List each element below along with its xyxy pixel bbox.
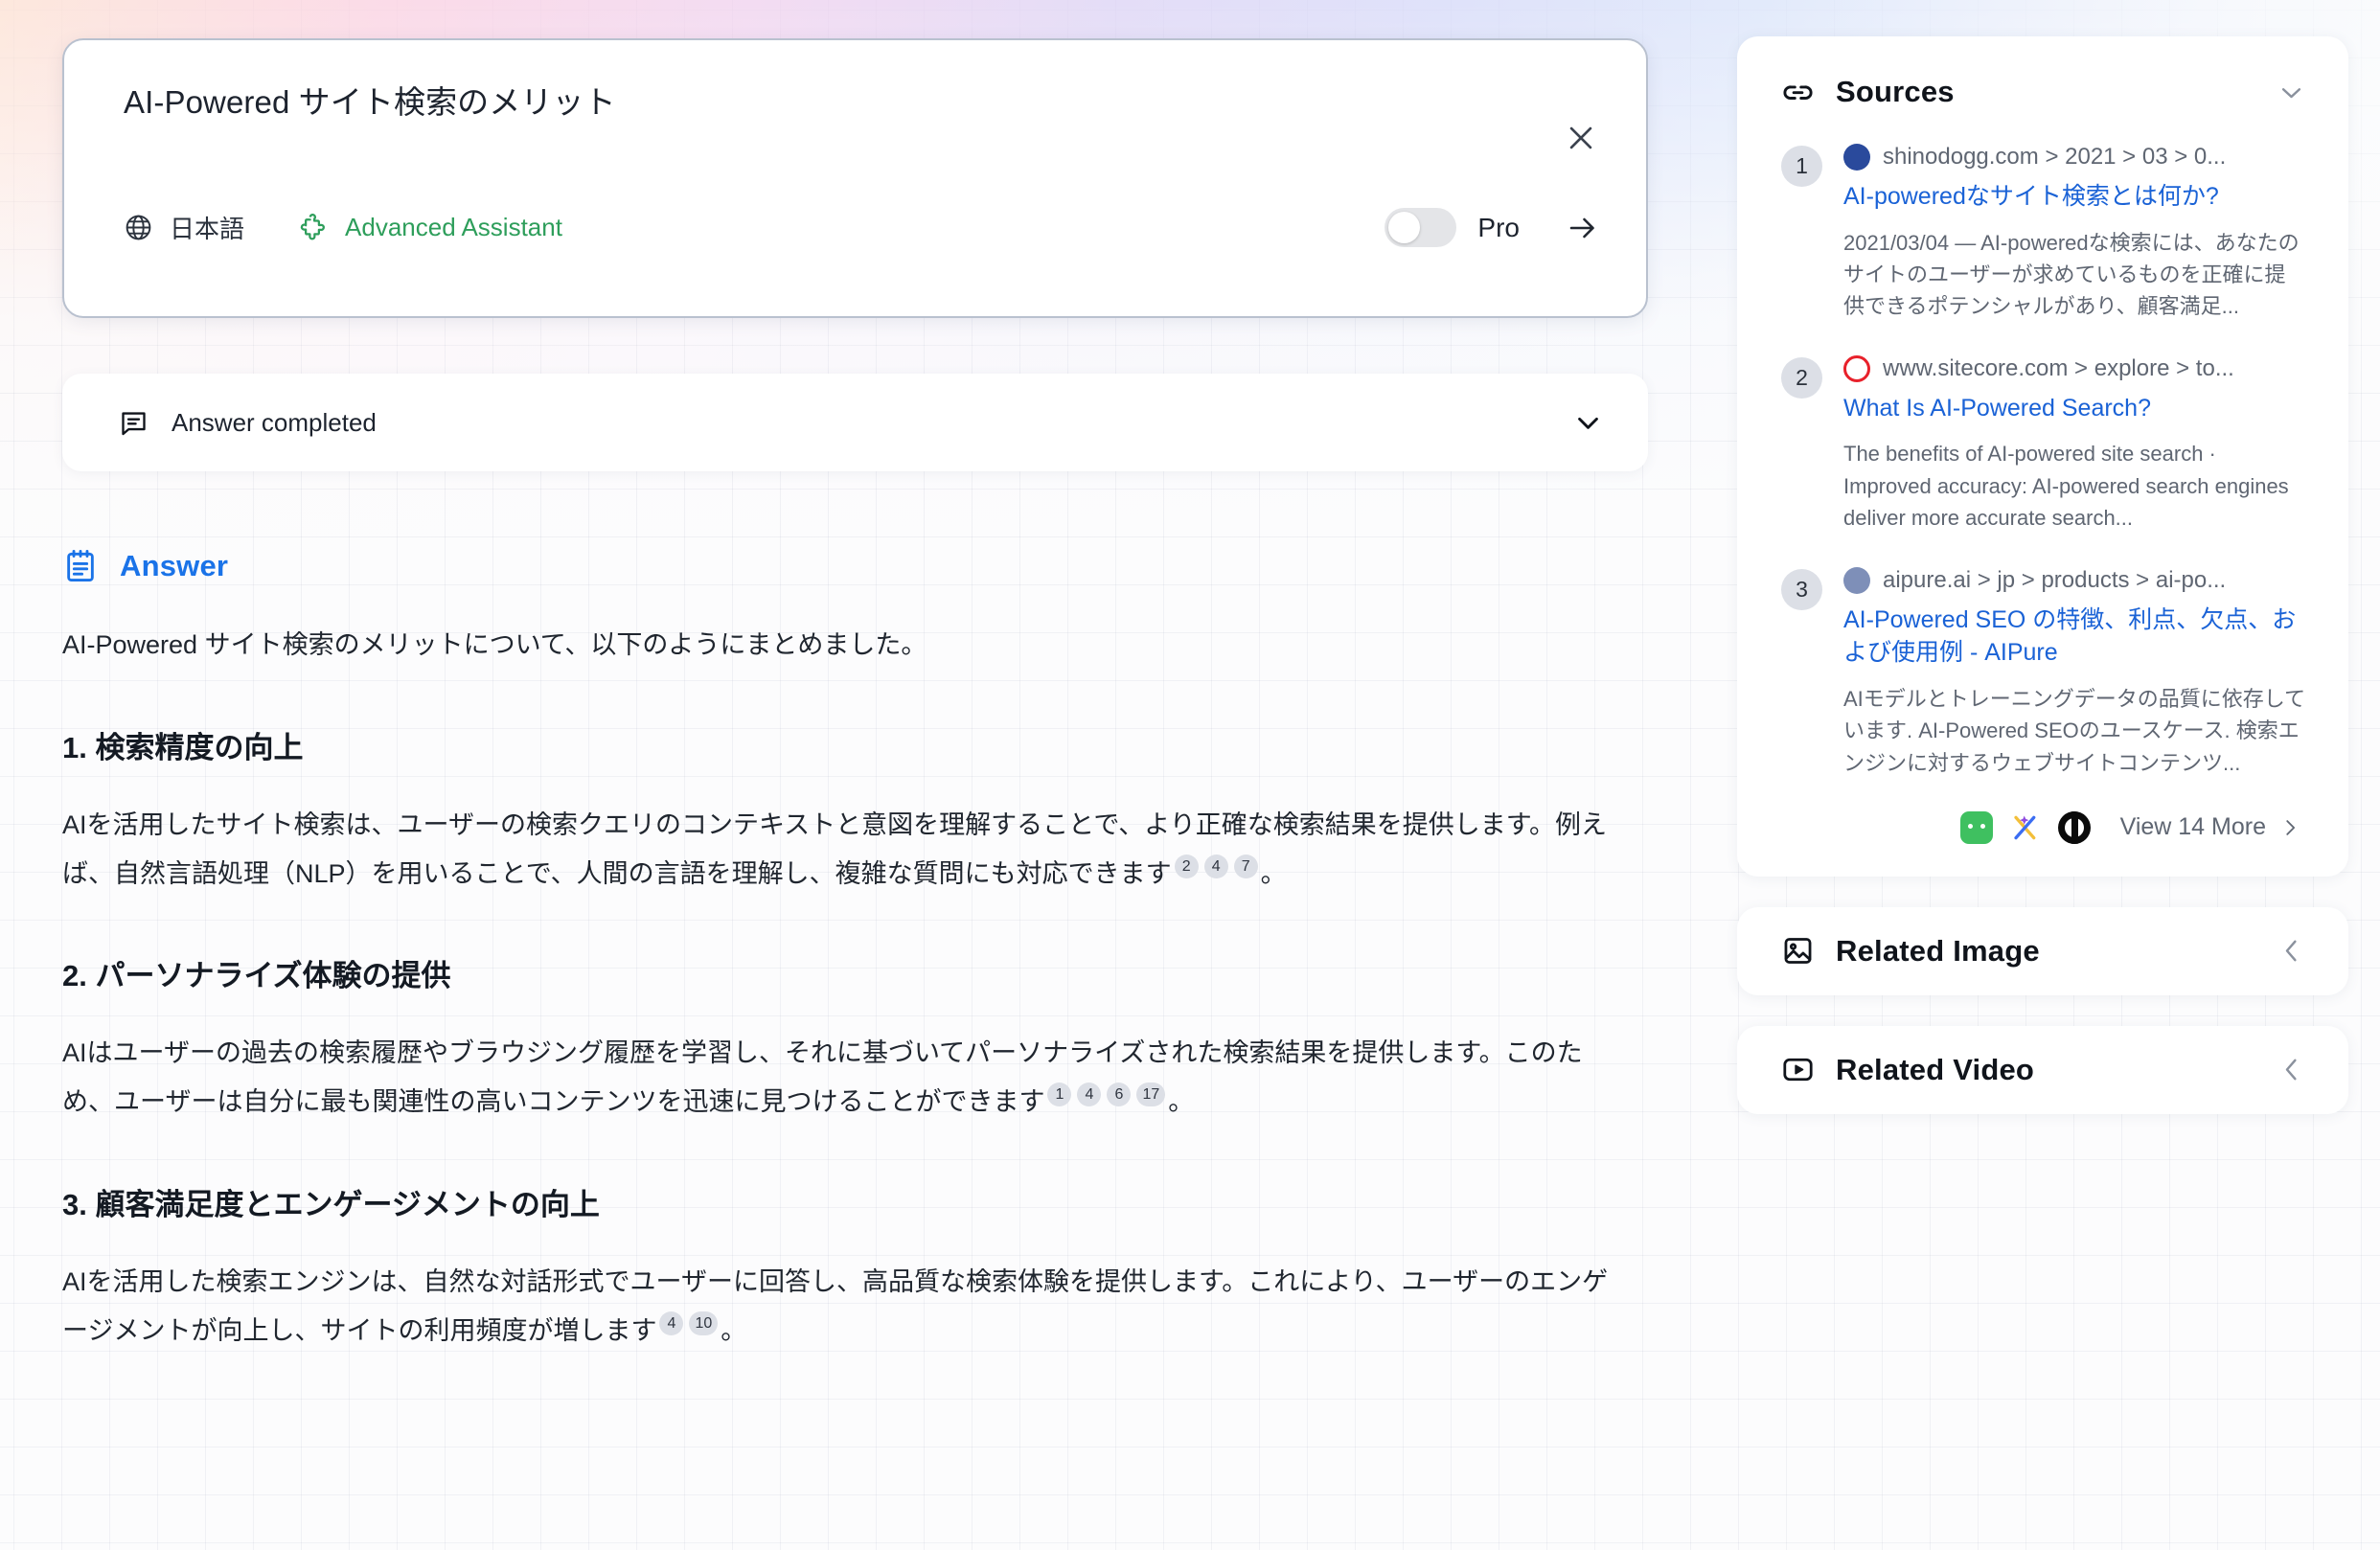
query-card: AI-Powered サイト検索のメリット 日本語 Advanced Assis… — [62, 38, 1648, 318]
sources-collapse-chevron-icon[interactable] — [2277, 78, 2306, 107]
citation-badge[interactable]: 7 — [1233, 854, 1258, 878]
source-number: 1 — [1781, 146, 1822, 187]
chevron-down-icon[interactable] — [1572, 407, 1604, 439]
related-image-panel[interactable]: Related Image — [1737, 906, 2348, 995]
sources-footer: View 14 More — [1781, 810, 2306, 844]
source-domain: aipure.ai > jp > products > ai-po... — [1843, 566, 2306, 594]
source-body: www.sitecore.com > explore > to... What I… — [1843, 354, 2306, 535]
sources-title: Sources — [1836, 75, 1955, 108]
link-icon — [1781, 76, 1815, 109]
answer-status-card[interactable]: Answer completed — [62, 374, 1648, 471]
sources-panel: Sources 1 shinodogg.com > 2021 > 03 > 0..… — [1737, 36, 2348, 877]
main-content-column: AI-Powered サイト検索のメリット 日本語 Advanced Assis… — [62, 38, 1648, 1355]
source-domain: shinodogg.com > 2021 > 03 > 0... — [1843, 144, 2306, 171]
citation-badge[interactable]: 17 — [1136, 1083, 1166, 1106]
favicon-icon — [1843, 144, 1870, 171]
citation-badge[interactable]: 10 — [689, 1311, 719, 1335]
source-number: 3 — [1781, 568, 1822, 610]
source-domain-text: www.sitecore.com > explore > to... — [1883, 354, 2234, 381]
globe-icon — [124, 213, 153, 242]
submit-arrow-icon[interactable] — [1566, 211, 1600, 245]
source-domain-text: shinodogg.com > 2021 > 03 > 0... — [1883, 144, 2227, 170]
black-circle-icon[interactable] — [2057, 810, 2091, 844]
app-root: AI-Powered サイト検索のメリット 日本語 Advanced Assis… — [0, 0, 2380, 1550]
source-title-link[interactable]: AI-Powered SEO の特徴、利点、欠点、および使用例 - AIPure — [1843, 604, 2306, 670]
chat-bubble-icon — [118, 407, 149, 439]
answer-section-heading: 1. 検索精度の向上 — [62, 730, 304, 764]
query-footer: 日本語 Advanced Assistant Pro — [124, 208, 1600, 247]
source-domain-text: aipure.ai > jp > products > ai-po... — [1883, 566, 2227, 593]
chevron-right-icon — [2286, 820, 2296, 835]
source-title-link[interactable]: AI-poweredなサイト検索とは何か? — [1843, 180, 2306, 214]
source-snippet: 2021/03/04 — AI-poweredな検索には、あなたのサイトのユーザ… — [1843, 230, 2300, 319]
view-more-label: View 14 More — [2119, 813, 2266, 841]
source-snippet: AIモデルとトレーニングデータの品質に依存しています. AI-Powered S… — [1843, 686, 2306, 775]
video-icon — [1781, 1053, 1815, 1086]
source-title-link[interactable]: What Is AI-Powered Search? — [1843, 392, 2306, 425]
source-number: 2 — [1781, 356, 1822, 399]
query-text[interactable]: AI-Powered サイト検索のメリット — [124, 82, 1465, 124]
source-item[interactable]: 1 shinodogg.com > 2021 > 03 > 0... AI-powe… — [1781, 144, 2306, 323]
citation-badge[interactable]: 2 — [1174, 854, 1199, 878]
answer-section-paragraph: AIはユーザーの過去の検索履歴やブラウジング履歴を学習し、それに基づいてパーソナ… — [62, 1038, 1583, 1116]
source-body: shinodogg.com > 2021 > 03 > 0... AI-power… — [1843, 144, 2306, 323]
pro-toggle[interactable] — [1385, 208, 1457, 247]
close-icon[interactable] — [1562, 119, 1600, 157]
answer-body: AI-Powered サイト検索のメリットについて、以下のようにまとめました。 … — [62, 621, 1648, 1355]
notepad-icon — [62, 548, 99, 584]
sources-list: 1 shinodogg.com > 2021 > 03 > 0... AI-powe… — [1781, 144, 2306, 779]
favicon-icon — [1843, 354, 1870, 382]
answer-section-paragraph: AIを活用した検索エンジンは、自然な対話形式でユーザーに回答し、高品質な検索体験… — [62, 1266, 1609, 1345]
citation-badge[interactable]: 4 — [1203, 854, 1228, 878]
answer-section-heading: 3. 顧客満足度とエンゲージメントの向上 — [62, 1187, 600, 1221]
citation-badge[interactable]: 1 — [1047, 1083, 1072, 1106]
pro-label: Pro — [1477, 212, 1520, 242]
sources-header: Sources — [1781, 75, 2306, 109]
source-snippet: The benefits of AI-powered site search ·… — [1843, 442, 2289, 531]
related-video-title: Related Video — [1836, 1052, 2035, 1086]
language-selector[interactable]: 日本語 — [124, 210, 244, 245]
status-label: Answer completed — [172, 407, 377, 437]
citation-badge[interactable]: 4 — [659, 1311, 684, 1335]
sidebar-column: Sources 1 shinodogg.com > 2021 > 03 > 0..… — [1737, 36, 2348, 1114]
answer-section-paragraph: AIを活用したサイト検索は、ユーザーの検索クエリのコンテキストと意図を理解するこ… — [62, 809, 1608, 888]
answer-title: Answer — [120, 549, 229, 582]
related-video-panel[interactable]: Related Video — [1737, 1025, 2348, 1114]
related-image-title: Related Image — [1836, 933, 2040, 968]
related-image-chevron-left-icon[interactable] — [2277, 936, 2306, 966]
citation-badge[interactable]: 4 — [1077, 1083, 1102, 1106]
favicon-icon — [1843, 566, 1870, 594]
language-label: 日本語 — [170, 215, 245, 243]
source-body: aipure.ai > jp > products > ai-po... AI-P… — [1843, 566, 2306, 779]
pro-toggle-group: Pro — [1385, 208, 1600, 247]
view-more-sources-link[interactable]: View 14 More — [2120, 813, 2300, 841]
answer-sections: 1. 検索精度の向上 AIを活用したサイト検索は、ユーザーの検索クエリのコンテキス… — [62, 723, 1648, 1356]
puzzle-piece-icon — [298, 213, 329, 243]
source-domain: www.sitecore.com > explore > to... — [1843, 354, 2306, 382]
assistant-label: Advanced Assistant — [345, 213, 562, 241]
related-video-chevron-left-icon[interactable] — [2277, 1055, 2306, 1084]
answer-section-heading: 2. パーソナライズ体験の提供 — [62, 959, 451, 993]
answer-header: Answer — [62, 548, 1648, 584]
image-icon — [1781, 934, 1815, 968]
answer-intro: AI-Powered サイト検索のメリットについて、以下のようにまとめました。 — [62, 630, 927, 659]
assistant-selector[interactable]: Advanced Assistant — [298, 213, 562, 243]
x-sparkle-icon[interactable] — [2009, 811, 2042, 844]
source-item[interactable]: 2 www.sitecore.com > explore > to... What … — [1781, 354, 2306, 535]
citation-badge[interactable]: 6 — [1107, 1083, 1132, 1106]
source-item[interactable]: 3 aipure.ai > jp > products > ai-po... AI-… — [1781, 566, 2306, 779]
green-chat-icon[interactable] — [1959, 810, 1993, 844]
